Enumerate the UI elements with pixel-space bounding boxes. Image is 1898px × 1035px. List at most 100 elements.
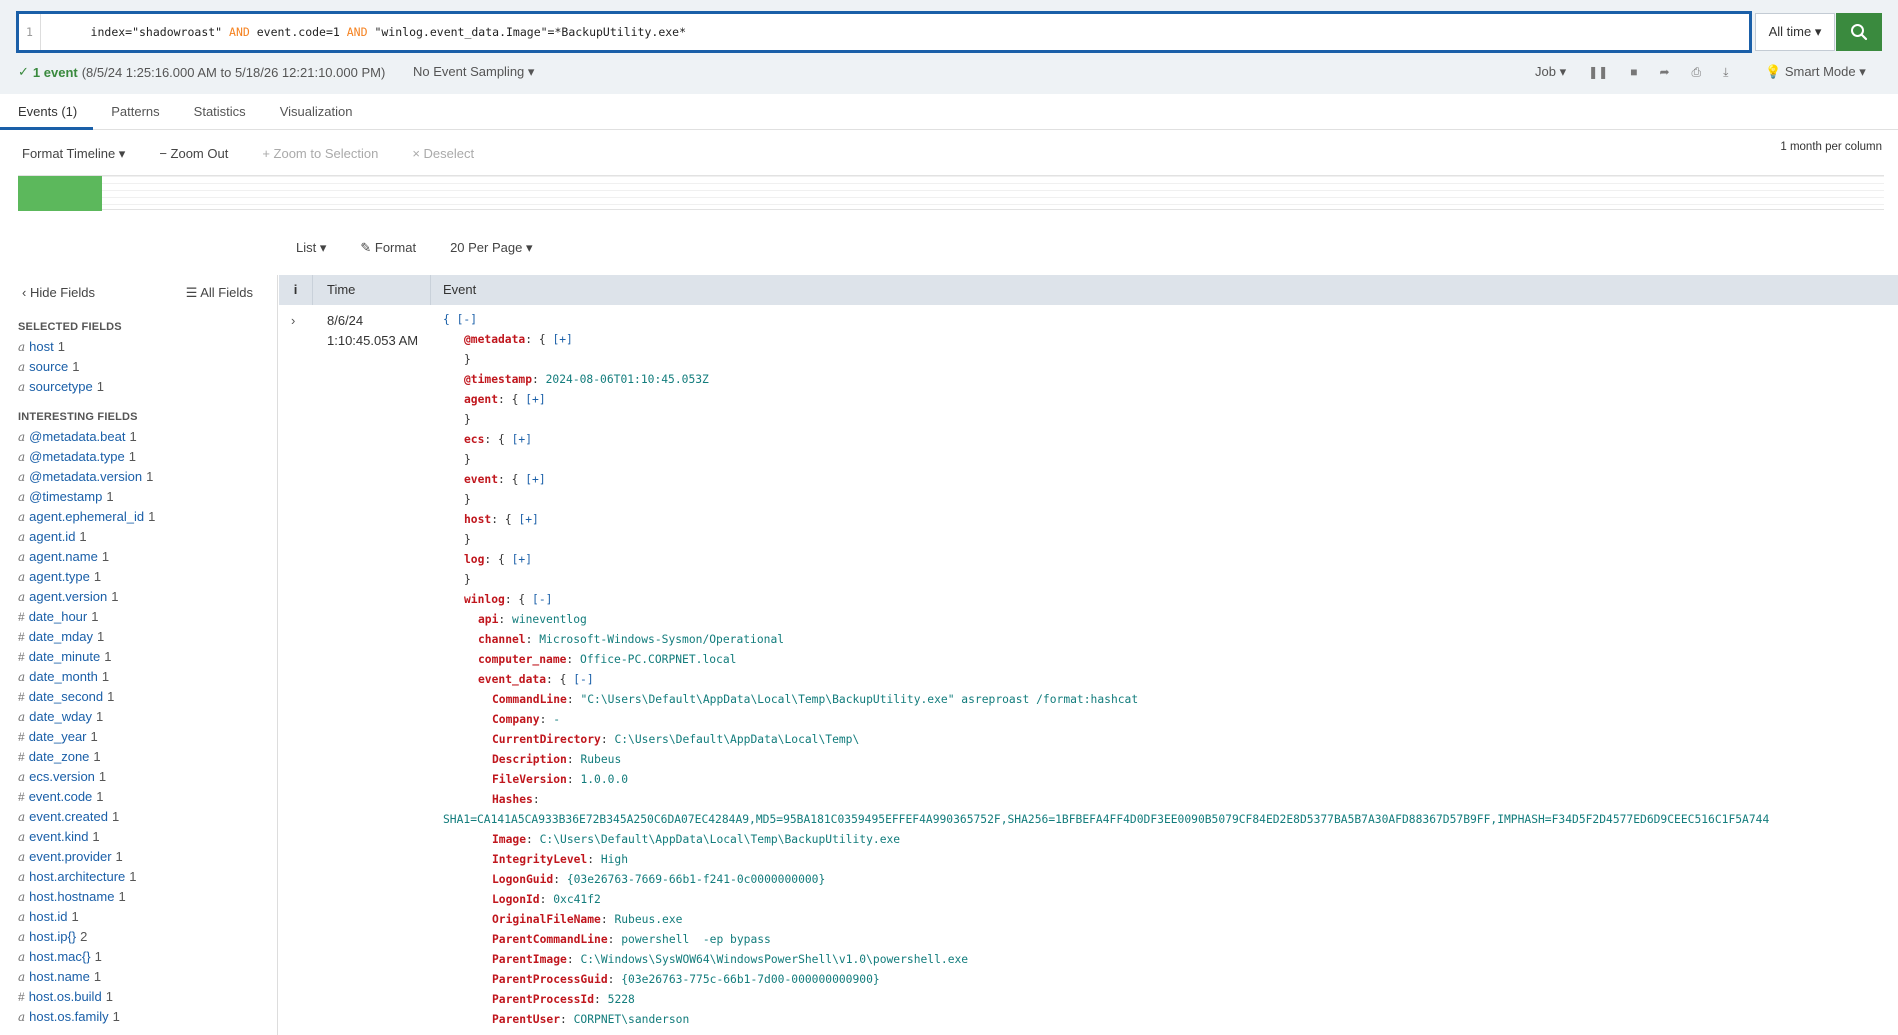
json-key[interactable]: OriginalFileName [492, 913, 601, 926]
field-name[interactable]: host.hostname [29, 889, 114, 904]
field-name[interactable]: host.id [29, 909, 67, 924]
json-toggle[interactable]: [-] [532, 593, 552, 606]
field-name[interactable]: event.provider [29, 849, 111, 864]
field-name[interactable]: date_zone [29, 749, 90, 764]
field-name[interactable]: host.architecture [29, 869, 125, 884]
field-item[interactable]: a agent.version 1 [0, 587, 277, 607]
field-item[interactable]: a host.ip{} 2 [0, 927, 277, 947]
json-value[interactable]: {03e26763-775c-66b1-7d00-000000000900} [621, 973, 879, 986]
field-item[interactable]: a @metadata.type 1 [0, 447, 277, 467]
json-key[interactable]: LogonId [492, 893, 540, 906]
field-name[interactable]: @timestamp [29, 489, 102, 504]
format-timeline-button[interactable]: Format Timeline ▾ [22, 146, 125, 162]
field-name[interactable]: host.os.build [29, 989, 102, 1004]
field-name[interactable]: host.os.family [29, 1009, 108, 1024]
field-name[interactable]: date_year [29, 729, 87, 744]
json-toggle[interactable]: [+] [518, 513, 538, 526]
json-value[interactable]: 0xc41f2 [553, 893, 601, 906]
format-button[interactable]: ✎ Format [360, 240, 416, 256]
json-key[interactable]: agent [464, 393, 498, 406]
field-item[interactable]: # event.code 1 [0, 787, 277, 807]
field-item[interactable]: # date_zone 1 [0, 747, 277, 767]
tab-visualization[interactable]: Visualization [262, 94, 369, 130]
expand-chevron-icon[interactable]: › [291, 313, 295, 328]
json-value[interactable]: 5228 [608, 993, 635, 1006]
zoom-to-selection-button[interactable]: + Zoom to Selection [262, 146, 378, 162]
field-name[interactable]: event.created [29, 809, 108, 824]
json-key[interactable]: ParentUser [492, 1013, 560, 1026]
json-key[interactable]: api [478, 613, 498, 626]
field-name[interactable]: host.name [29, 969, 90, 984]
stop-icon[interactable]: ■ [1630, 65, 1637, 79]
hide-fields-button[interactable]: ‹ Hide Fields [22, 285, 95, 311]
json-key[interactable]: Hashes [492, 793, 533, 806]
field-item[interactable]: a host.name 1 [0, 967, 277, 987]
json-key[interactable]: @timestamp [464, 373, 532, 386]
field-name[interactable]: date_mday [29, 629, 93, 644]
json-key[interactable]: host [464, 513, 491, 526]
export-icon[interactable]: ⤓ [1723, 65, 1728, 80]
json-key[interactable]: ParentProcessGuid [492, 973, 608, 986]
field-name[interactable]: agent.type [29, 569, 90, 584]
json-value[interactable]: C:\Users\Default\AppData\Local\Temp\ [614, 733, 859, 746]
json-key[interactable]: channel [478, 633, 526, 646]
field-item[interactable]: # host.os.build 1 [0, 987, 277, 1007]
field-item[interactable]: # date_year 1 [0, 727, 277, 747]
field-name[interactable]: date_minute [29, 649, 101, 664]
field-name[interactable]: @metadata.version [29, 469, 142, 484]
field-item[interactable]: a agent.id 1 [0, 527, 277, 547]
json-toggle[interactable]: [+] [552, 333, 572, 346]
json-value[interactable]: 1.0.0.0 [580, 773, 628, 786]
field-item[interactable]: a event.kind 1 [0, 827, 277, 847]
json-toggle[interactable]: [-] [573, 673, 593, 686]
field-item[interactable]: a host.mac{} 1 [0, 947, 277, 967]
json-value[interactable]: Rubeus.exe [614, 913, 682, 926]
json-key[interactable]: FileVersion [492, 773, 567, 786]
field-name[interactable]: date_second [29, 689, 103, 704]
field-name[interactable]: date_wday [29, 709, 92, 724]
field-name[interactable]: @metadata.type [29, 449, 125, 464]
json-toggle[interactable]: [+] [512, 433, 532, 446]
field-item[interactable]: a ecs.version 1 [0, 767, 277, 787]
field-item[interactable]: a agent.ephemeral_id 1 [0, 507, 277, 527]
field-item[interactable]: a host.os.family 1 [0, 1007, 277, 1027]
field-item[interactable]: a event.created 1 [0, 807, 277, 827]
field-name[interactable]: host.mac{} [29, 949, 90, 964]
field-name[interactable]: @metadata.beat [29, 429, 125, 444]
json-key[interactable]: winlog [464, 593, 505, 606]
search-input[interactable]: 1 index="shadowroast" AND event.code=1 A… [16, 11, 1752, 53]
zoom-out-button[interactable]: − Zoom Out [159, 146, 228, 162]
json-key[interactable]: Image [492, 833, 526, 846]
field-item[interactable]: a @metadata.beat 1 [0, 427, 277, 447]
field-item[interactable]: a host 1 [0, 337, 277, 357]
field-name[interactable]: host [29, 339, 54, 354]
field-name[interactable]: event.kind [29, 829, 88, 844]
field-item[interactable]: a date_month 1 [0, 667, 277, 687]
json-value[interactable]: Office-PC.CORPNET.local [580, 653, 736, 666]
json-key[interactable]: ParentProcessId [492, 993, 594, 1006]
json-key[interactable]: CommandLine [492, 693, 567, 706]
json-key[interactable]: Company [492, 713, 540, 726]
json-value[interactable]: C:\Users\Default\AppData\Local\Temp\Back… [540, 833, 900, 846]
event-sampling-dropdown[interactable]: No Event Sampling ▾ [413, 64, 534, 80]
field-name[interactable]: agent.id [29, 529, 75, 544]
json-value[interactable]: CORPNET\sanderson [574, 1013, 690, 1026]
json-key[interactable]: CurrentDirectory [492, 733, 601, 746]
search-query[interactable]: index="shadowroast" AND event.code=1 AND… [41, 11, 686, 53]
field-item[interactable]: a host.architecture 1 [0, 867, 277, 887]
json-key[interactable]: Description [492, 753, 567, 766]
field-name[interactable]: date_month [29, 669, 98, 684]
field-item[interactable]: a event.provider 1 [0, 847, 277, 867]
field-item[interactable]: a date_wday 1 [0, 707, 277, 727]
json-key[interactable]: IntegrityLevel [492, 853, 587, 866]
tab-patterns[interactable]: Patterns [93, 94, 175, 130]
field-name[interactable]: ecs.version [29, 769, 95, 784]
field-item[interactable]: # date_hour 1 [0, 607, 277, 627]
json-value[interactable]: wineventlog [512, 613, 587, 626]
per-page-dropdown[interactable]: 20 Per Page ▾ [450, 240, 532, 256]
field-name[interactable]: source [29, 359, 68, 374]
field-item[interactable]: a host.hostname 1 [0, 887, 277, 907]
field-item[interactable]: a agent.name 1 [0, 547, 277, 567]
timeline-chart[interactable] [18, 175, 1884, 211]
field-item[interactable]: a sourcetype 1 [0, 377, 277, 397]
